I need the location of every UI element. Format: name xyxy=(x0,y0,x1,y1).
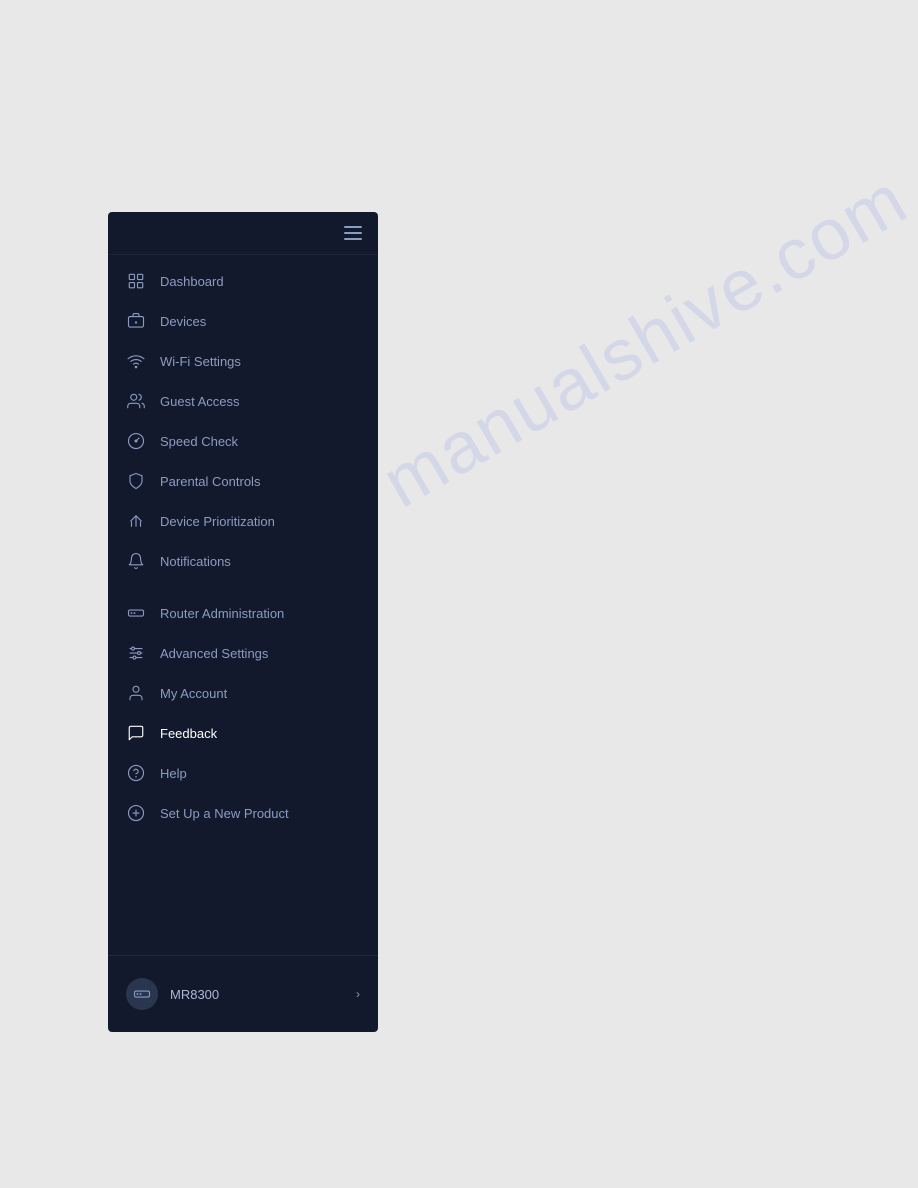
sidebar-item-speed[interactable]: Speed Check xyxy=(108,421,378,461)
parental-icon xyxy=(126,471,146,491)
sidebar-item-notifications[interactable]: Notifications xyxy=(108,541,378,581)
account-label: My Account xyxy=(160,686,227,701)
sidebar-item-account[interactable]: My Account xyxy=(108,673,378,713)
sidebar-item-advanced[interactable]: Advanced Settings xyxy=(108,633,378,673)
speed-label: Speed Check xyxy=(160,434,238,449)
sidebar-item-priority[interactable]: Device Prioritization xyxy=(108,501,378,541)
sidebar-item-parental[interactable]: Parental Controls xyxy=(108,461,378,501)
sidebar-item-dashboard[interactable]: Dashboard xyxy=(108,261,378,301)
sidebar-header xyxy=(108,212,378,255)
router-admin-label: Router Administration xyxy=(160,606,284,621)
notifications-label: Notifications xyxy=(160,554,231,569)
sidebar-item-guest[interactable]: Guest Access xyxy=(108,381,378,421)
devices-icon xyxy=(126,311,146,331)
setup-label: Set Up a New Product xyxy=(160,806,289,821)
advanced-label: Advanced Settings xyxy=(160,646,268,661)
chevron-right-icon: › xyxy=(356,987,360,1001)
device-name: MR8300 xyxy=(170,987,344,1002)
parental-label: Parental Controls xyxy=(160,474,260,489)
priority-icon xyxy=(126,511,146,531)
sidebar-footer: MR8300 › xyxy=(108,955,378,1032)
sidebar-item-setup-new[interactable]: Set Up a New Product xyxy=(108,793,378,833)
hamburger-button[interactable] xyxy=(344,226,362,240)
guest-label: Guest Access xyxy=(160,394,239,409)
sidebar-item-router-admin[interactable]: Router Administration xyxy=(108,593,378,633)
devices-label: Devices xyxy=(160,314,206,329)
speed-icon xyxy=(126,431,146,451)
router-admin-icon xyxy=(126,603,146,623)
priority-label: Device Prioritization xyxy=(160,514,275,529)
device-avatar xyxy=(126,978,158,1010)
sidebar-item-devices[interactable]: Devices xyxy=(108,301,378,341)
watermark: manualshive.com xyxy=(369,158,918,524)
guest-icon xyxy=(126,391,146,411)
wifi-label: Wi-Fi Settings xyxy=(160,354,241,369)
dashboard-icon xyxy=(126,271,146,291)
sidebar-item-help[interactable]: Help xyxy=(108,753,378,793)
dashboard-label: Dashboard xyxy=(160,274,224,289)
sidebar-item-wifi[interactable]: Wi-Fi Settings xyxy=(108,341,378,381)
sidebar-nav: Dashboard Devices Wi-Fi Settings xyxy=(108,255,378,955)
advanced-icon xyxy=(126,643,146,663)
help-icon xyxy=(126,763,146,783)
add-icon xyxy=(126,803,146,823)
account-icon xyxy=(126,683,146,703)
help-label: Help xyxy=(160,766,187,781)
feedback-icon xyxy=(126,723,146,743)
feedback-label: Feedback xyxy=(160,726,217,741)
wifi-icon xyxy=(126,351,146,371)
sidebar-item-feedback[interactable]: Feedback xyxy=(108,713,378,753)
page-container: manualshive.com Dashboard xyxy=(0,0,918,1188)
device-item[interactable]: MR8300 › xyxy=(108,966,378,1022)
sidebar: Dashboard Devices Wi-Fi Settings xyxy=(108,212,378,1032)
notifications-icon xyxy=(126,551,146,571)
